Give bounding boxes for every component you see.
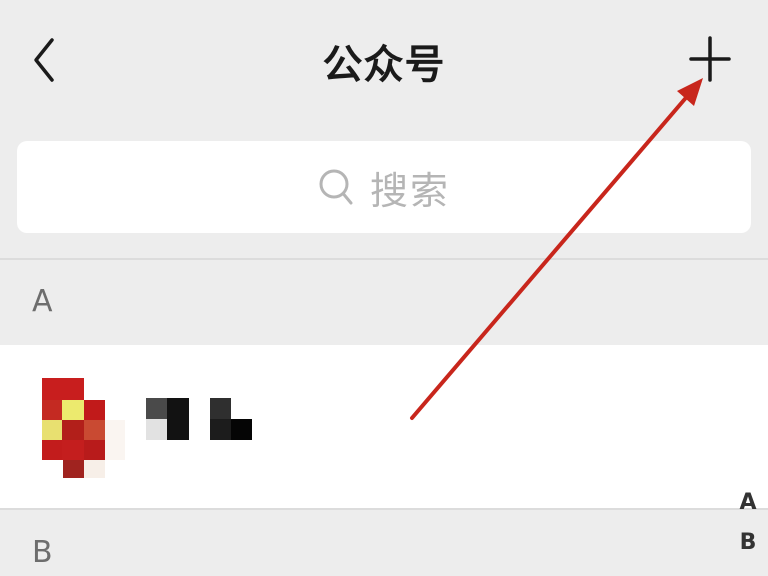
add-button[interactable]	[688, 34, 732, 84]
navigation-bar: 公众号	[0, 0, 768, 120]
divider	[0, 258, 768, 260]
section-header-a: A	[32, 284, 53, 319]
search-placeholder: 搜索	[369, 168, 450, 213]
divider	[0, 508, 768, 510]
search-content: 搜索	[17, 141, 751, 233]
avatar	[42, 378, 125, 478]
search-icon	[319, 169, 353, 205]
alphabet-index-bar[interactable]: A B	[730, 486, 766, 566]
index-letter-a[interactable]: A	[730, 486, 766, 526]
account-name-redacted	[146, 398, 252, 440]
page-title: 公众号	[322, 42, 446, 88]
section-header-b: B	[32, 535, 53, 570]
search-input[interactable]: 搜索	[17, 141, 751, 233]
index-letter-b[interactable]: B	[730, 526, 766, 566]
plus-icon	[689, 36, 731, 82]
list-item[interactable]	[0, 345, 768, 508]
